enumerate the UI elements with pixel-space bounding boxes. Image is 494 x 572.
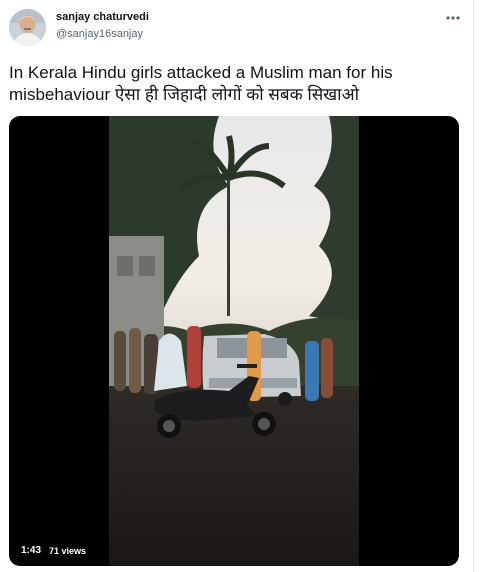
more-horizontal-icon xyxy=(446,16,460,20)
user-handle[interactable]: @sanjay16sanjay xyxy=(56,28,143,40)
video-view-count: 71 views xyxy=(49,545,87,556)
video-duration: 1:43 xyxy=(21,545,42,556)
display-name[interactable]: sanjay chaturvedi xyxy=(56,11,149,23)
avatar[interactable] xyxy=(9,9,46,46)
video-frame xyxy=(109,116,359,566)
tweet-card: sanjay chaturvedi @sanjay16sanjay In Ker… xyxy=(0,0,474,572)
more-options-button[interactable] xyxy=(444,9,462,27)
profile-photo-icon xyxy=(9,9,46,46)
video-player[interactable]: 1:43 71 views xyxy=(9,116,459,566)
video-overlay: 1:43 71 views xyxy=(9,545,86,556)
tweet-text: In Kerala Hindu girls attacked a Muslim … xyxy=(9,63,393,104)
